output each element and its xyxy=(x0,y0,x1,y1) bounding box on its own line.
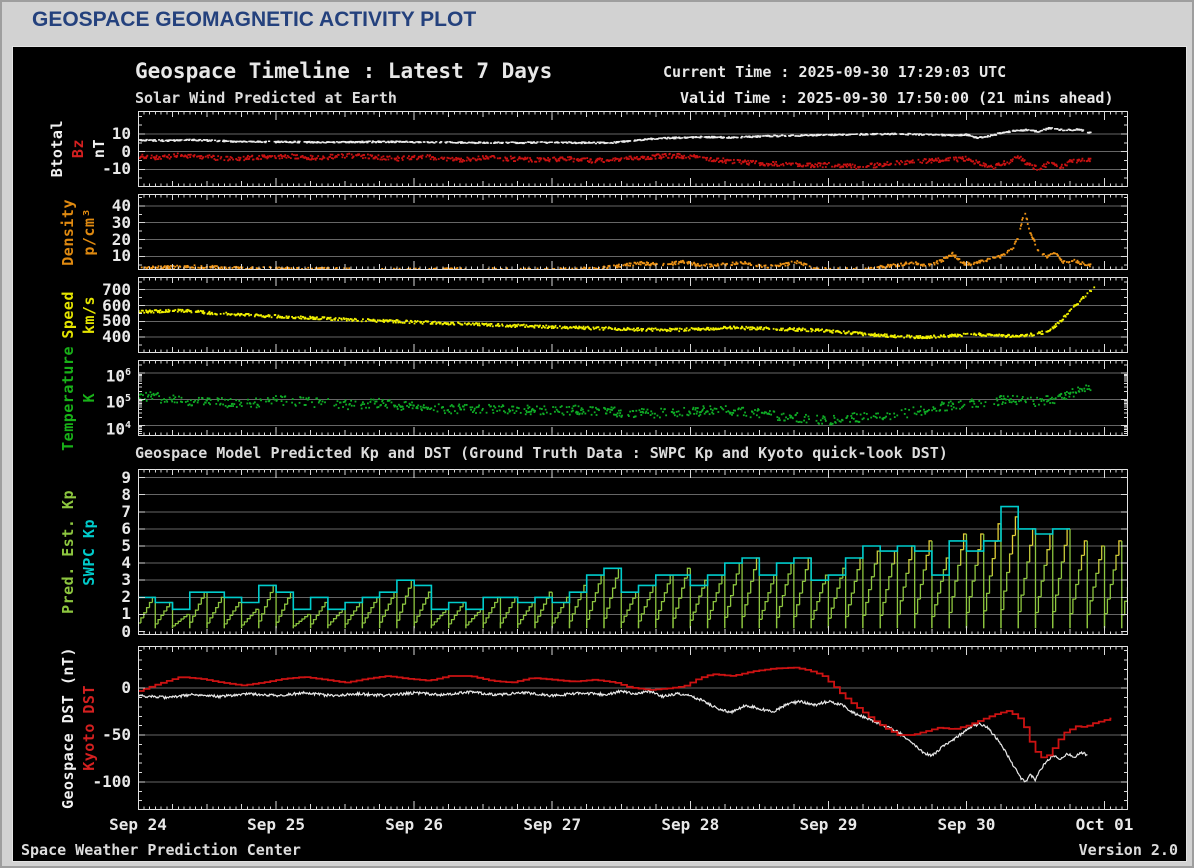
y-tick-label: 30 xyxy=(111,212,131,232)
panel-bfield: Btotal Bz nT 10 0 -10 xyxy=(13,111,1186,187)
solar-wind-subtitle: Solar Wind Predicted at Earth xyxy=(135,89,397,107)
plot-canvas-temp xyxy=(138,360,1128,436)
kp-dst-section-title: Geospace Model Predicted Kp and DST (Gro… xyxy=(135,444,948,462)
footer-credit: Space Weather Prediction Center xyxy=(21,841,301,859)
y-tick-label: 1 xyxy=(121,604,131,624)
y-tick-label: 5 xyxy=(121,536,131,555)
x-axis-label: Sep 30 xyxy=(937,815,996,834)
plot-canvas-bfield xyxy=(138,111,1128,187)
footer-version: Version 2.0 xyxy=(1078,841,1178,859)
page-title: GEOSPACE GEOMAGNETIC ACTIVITY PLOT xyxy=(32,8,477,31)
y-tick-label: 9 xyxy=(121,467,131,487)
y-tick-label: 7 xyxy=(121,501,131,521)
x-axis-label: Oct 01 xyxy=(1075,815,1134,834)
x-axis-label: Sep 24 xyxy=(109,815,167,834)
y-tick-label: -100 xyxy=(92,771,131,791)
current-time-label: Current Time : 2025-09-30 17:29:03 UTC xyxy=(663,63,1007,81)
x-axis-label: Sep 25 xyxy=(247,815,305,834)
x-axis-label: Sep 29 xyxy=(799,815,858,834)
y-tick-label: -10 xyxy=(102,159,131,179)
y-tick-label: 0 xyxy=(121,621,131,641)
y-tick-label: 10 xyxy=(111,123,131,143)
y-tick-label: 6 xyxy=(121,518,131,538)
plot-frame: Geospace Timeline : Latest 7 Days Curren… xyxy=(12,46,1187,862)
plot-canvas-density xyxy=(138,194,1128,270)
x-axis-labels: Sep 24 Sep 25 Sep 26 Sep 27 Sep 28 Sep 29 Sep … xyxy=(13,815,1186,835)
y-tick-label: -50 xyxy=(102,725,131,745)
plot-canvas-dst xyxy=(138,646,1128,810)
geospace-plot-page: GEOSPACE GEOMAGNETIC ACTIVITY PLOT Geosp… xyxy=(0,0,1194,868)
y-tick-label: 10 xyxy=(111,246,131,266)
y-tick-label: 400 xyxy=(102,327,131,347)
y-tick-label: 106 xyxy=(105,366,131,386)
y-tick-label: 8 xyxy=(121,484,131,504)
panel-density: Density p/cm³ 40 30 20 10 xyxy=(13,194,1186,270)
plot-canvas-speed xyxy=(138,277,1128,353)
y-tick-label: 0 xyxy=(121,141,131,161)
y-tick-label: 2 xyxy=(121,587,131,607)
x-axis-label: Sep 27 xyxy=(523,815,582,834)
panel-kp: Pred. Est. Kp SWPC Kp 9 8 7 6 5 4 3 2 1 0 xyxy=(13,467,1186,640)
panel-speed: Speed km/s 700 600 500 400 xyxy=(13,277,1186,353)
y-tick-label: 104 xyxy=(105,418,131,438)
y-tick-label: 0 xyxy=(121,678,131,698)
valid-time-label: Valid Time : 2025-09-30 17:50:00 (21 min… xyxy=(680,89,1114,107)
y-tick-label: 4 xyxy=(121,553,131,573)
plot-main-title: Geospace Timeline : Latest 7 Days xyxy=(135,59,553,83)
y-tick-label: 3 xyxy=(121,570,131,590)
panel-dst: Geospace DST (nT) Kyoto DST 0 -50 -100 xyxy=(13,646,1186,810)
y-tick-label: 105 xyxy=(105,392,131,412)
x-axis-label: Sep 28 xyxy=(661,815,720,834)
plot-canvas-kp xyxy=(138,469,1128,635)
panel-temp: Temperature K 106 105 104 xyxy=(13,346,1186,450)
x-axis-label: Sep 26 xyxy=(385,815,444,834)
